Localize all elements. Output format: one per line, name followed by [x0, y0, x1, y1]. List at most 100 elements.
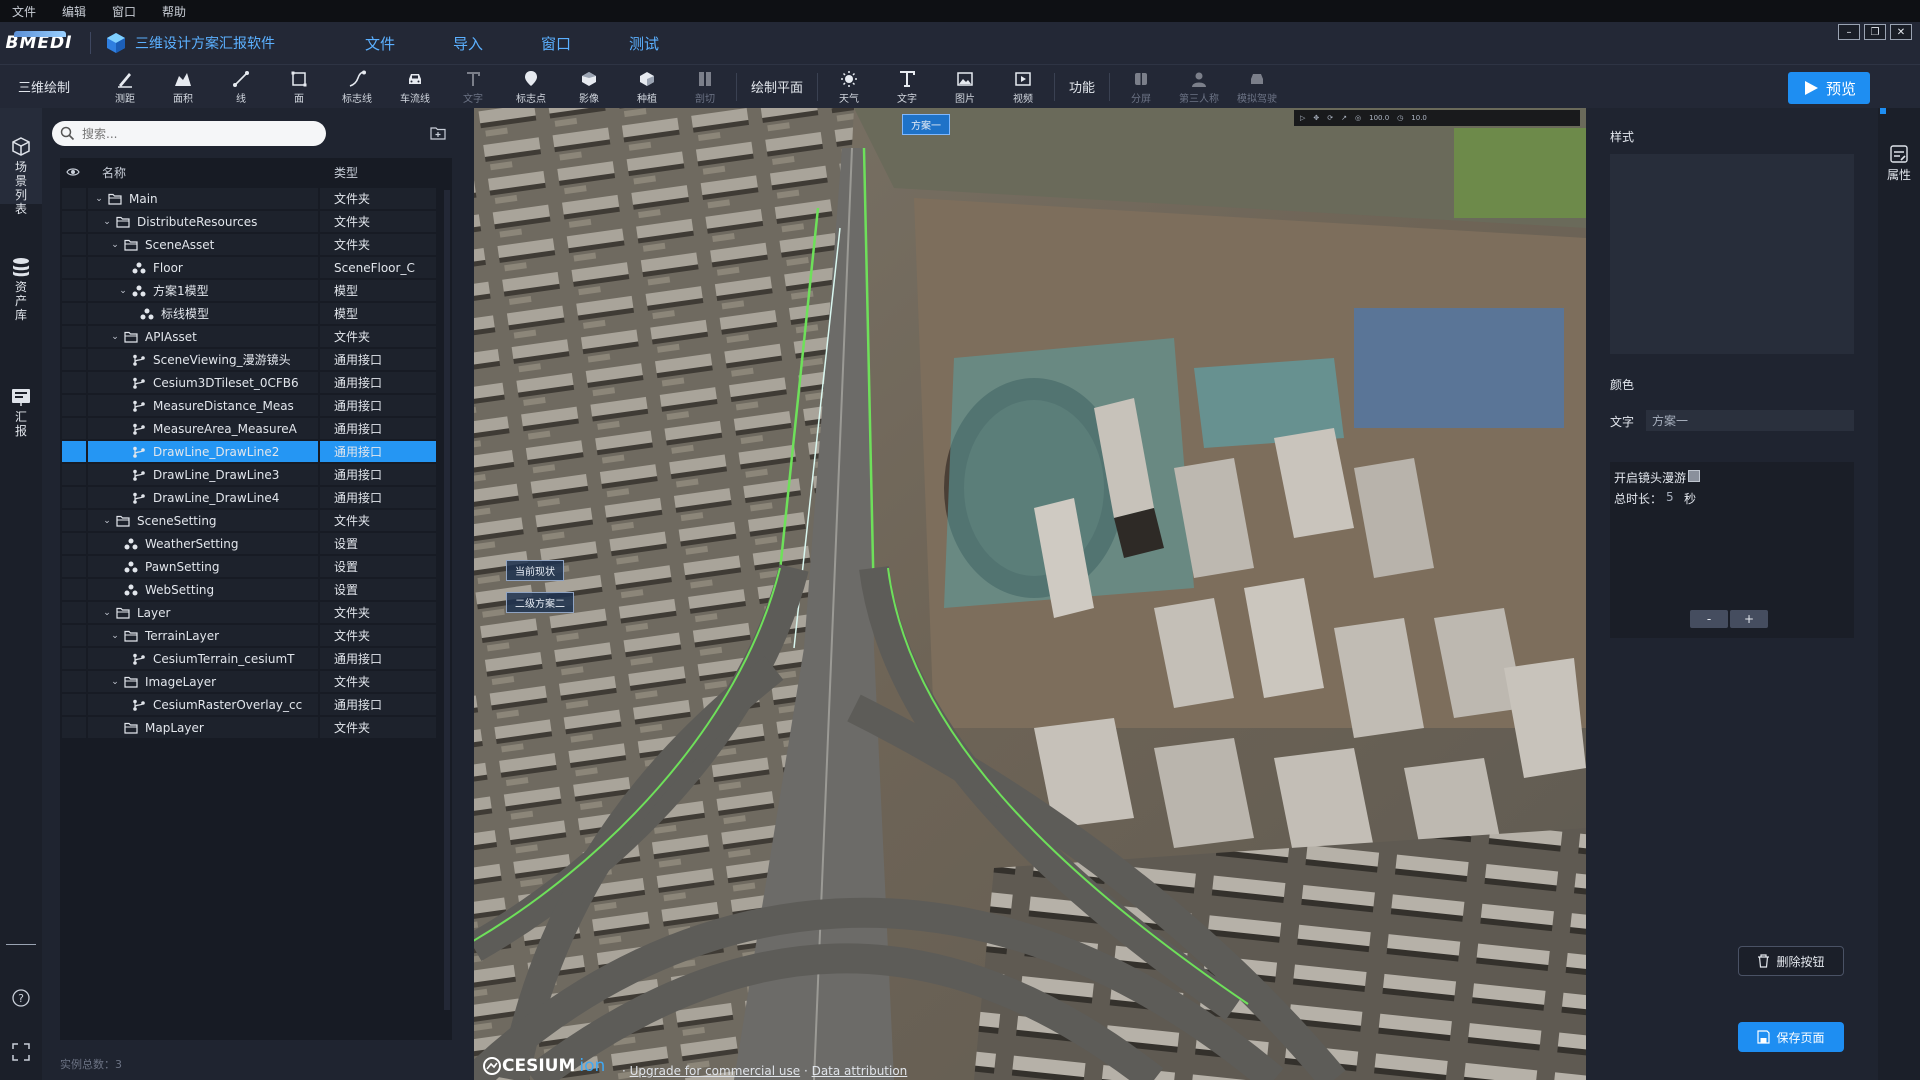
top-menu-test[interactable]: 测试: [629, 33, 659, 54]
rail-scene-list[interactable]: 场景列表: [0, 136, 42, 216]
tool-planting[interactable]: 种植: [618, 65, 676, 109]
plan-label-1[interactable]: 方案一: [902, 114, 950, 135]
tool-text[interactable]: 文字: [878, 65, 936, 109]
tool-picture[interactable]: 图片: [936, 65, 994, 109]
menu-help[interactable]: 帮助: [162, 3, 186, 20]
close-button[interactable]: ✕: [1890, 24, 1912, 40]
upgrade-link[interactable]: Upgrade for commercial use: [630, 1064, 800, 1078]
tree-row[interactable]: DrawLine_DrawLine2 通用接口: [60, 439, 452, 462]
tree-node-name[interactable]: CesiumRasterOverlay_cc: [88, 694, 318, 715]
tree-node-name[interactable]: DrawLine_DrawLine4: [88, 487, 318, 508]
menu-edit[interactable]: 编辑: [62, 3, 86, 20]
tree-node-name[interactable]: ⌄ SceneSetting: [88, 510, 318, 531]
rail-report[interactable]: 汇报: [0, 386, 42, 438]
chevron-down-icon[interactable]: ⌄: [110, 240, 120, 250]
viewport-navigation-bar[interactable]: ▷ ✥ ⟳ ↗ ◎ 100.0 ◷ 10.0: [1294, 110, 1580, 126]
visibility-toggle[interactable]: [62, 211, 86, 232]
tree-node-name[interactable]: ⌄ ImageLayer: [88, 671, 318, 692]
tool-video[interactable]: 视频: [994, 65, 1052, 109]
tree-node-name[interactable]: ⌄ Layer: [88, 602, 318, 623]
visibility-toggle[interactable]: [62, 671, 86, 692]
visibility-toggle[interactable]: [62, 441, 86, 462]
visibility-toggle[interactable]: [62, 579, 86, 600]
visibility-toggle[interactable]: [62, 234, 86, 255]
tree-row[interactable]: ⌄ Layer 文件夹: [60, 600, 452, 623]
tree-node-name[interactable]: MeasureDistance_Meas: [88, 395, 318, 416]
tree-row[interactable]: DrawLine_DrawLine3 通用接口: [60, 462, 452, 485]
visibility-toggle[interactable]: [62, 326, 86, 347]
tool-split-screen[interactable]: 分屏: [1112, 65, 1170, 109]
tool-line[interactable]: 线: [212, 65, 270, 109]
tree-node-name[interactable]: ⌄ DistributeResources: [88, 211, 318, 232]
visibility-toggle[interactable]: [62, 464, 86, 485]
tree-node-name[interactable]: MeasureArea_MeasureA: [88, 418, 318, 439]
tree-node-name[interactable]: DrawLine_DrawLine2: [88, 441, 318, 462]
tree-node-name[interactable]: ⌄ TerrainLayer: [88, 625, 318, 646]
increase-button[interactable]: +: [1730, 610, 1768, 628]
tree-node-name[interactable]: Floor: [88, 257, 318, 278]
tree-row[interactable]: 标线模型 模型: [60, 301, 452, 324]
tree-row[interactable]: ⌄ Main 文件夹: [60, 186, 452, 209]
rotate-icon[interactable]: ⟳: [1327, 114, 1333, 122]
tree-node-name[interactable]: Cesium3DTileset_0CFB6: [88, 372, 318, 393]
minimize-button[interactable]: –: [1838, 24, 1860, 40]
tree-row[interactable]: CesiumRasterOverlay_cc 通用接口: [60, 692, 452, 715]
visibility-eye-icon[interactable]: [66, 166, 80, 178]
tree-row[interactable]: WeatherSetting 设置: [60, 531, 452, 554]
top-menu-window[interactable]: 窗口: [541, 33, 571, 54]
chevron-down-icon[interactable]: ⌄: [94, 194, 104, 204]
visibility-toggle[interactable]: [62, 510, 86, 531]
tree-node-name[interactable]: CesiumTerrain_cesiumT: [88, 648, 318, 669]
visibility-toggle[interactable]: [62, 418, 86, 439]
tree-node-name[interactable]: DrawLine_DrawLine3: [88, 464, 318, 485]
visibility-toggle[interactable]: [62, 487, 86, 508]
visibility-toggle[interactable]: [62, 625, 86, 646]
col-name-header[interactable]: 名称: [102, 164, 126, 181]
tree-row[interactable]: CesiumTerrain_cesiumT 通用接口: [60, 646, 452, 669]
chevron-down-icon[interactable]: ⌄: [102, 608, 112, 618]
search-input[interactable]: [52, 121, 326, 146]
tree-scrollbar[interactable]: [444, 190, 450, 1010]
tool-simulate-drive[interactable]: 模拟驾驶: [1228, 65, 1286, 109]
current-status-label[interactable]: 当前现状: [506, 560, 564, 581]
tree-row[interactable]: ⌄ ImageLayer 文件夹: [60, 669, 452, 692]
tree-row[interactable]: Floor SceneFloor_C: [60, 255, 452, 278]
menu-window[interactable]: 窗口: [112, 3, 136, 20]
tree-row[interactable]: MeasureArea_MeasureA 通用接口: [60, 416, 452, 439]
delete-button[interactable]: 删除按钮: [1738, 946, 1844, 976]
draw-plane-button[interactable]: 绘制平面: [739, 77, 815, 96]
tree-node-name[interactable]: ⌄ Main: [88, 188, 318, 209]
chevron-down-icon[interactable]: ⌄: [110, 631, 120, 641]
tool-traffic-line[interactable]: 车流线: [386, 65, 444, 109]
visibility-toggle[interactable]: [62, 349, 86, 370]
tree-row[interactable]: ⌄ SceneAsset 文件夹: [60, 232, 452, 255]
tree-node-name[interactable]: ⌄ 方案1模型: [88, 280, 318, 301]
help-icon[interactable]: ?: [11, 988, 31, 1008]
visibility-toggle[interactable]: [62, 372, 86, 393]
decrease-button[interactable]: -: [1690, 610, 1728, 628]
plan-label-2[interactable]: 二级方案二: [506, 592, 574, 613]
rail-asset-library[interactable]: 资产库: [0, 256, 42, 322]
camera-roam-checkbox[interactable]: [1688, 470, 1700, 482]
tree-node-name[interactable]: ⌄ APIAsset: [88, 326, 318, 347]
visibility-toggle[interactable]: [62, 556, 86, 577]
visibility-toggle[interactable]: [62, 303, 86, 324]
play-icon[interactable]: ▷: [1300, 114, 1305, 122]
tool-weather[interactable]: 天气: [820, 65, 878, 109]
tree-node-name[interactable]: SceneViewing_漫游镜头: [88, 349, 318, 370]
tree-row[interactable]: PawnSetting 设置: [60, 554, 452, 577]
visibility-toggle[interactable]: [62, 648, 86, 669]
tree-row[interactable]: Cesium3DTileset_0CFB6 通用接口: [60, 370, 452, 393]
tree-node-name[interactable]: WebSetting: [88, 579, 318, 600]
visibility-toggle[interactable]: [62, 395, 86, 416]
tool-section[interactable]: 剖切: [676, 65, 734, 109]
tree-row[interactable]: ⌄ SceneSetting 文件夹: [60, 508, 452, 531]
top-menu-file[interactable]: 文件: [365, 33, 395, 54]
tool-text-3d[interactable]: 文字: [444, 65, 502, 109]
chevron-down-icon[interactable]: ⌄: [102, 516, 112, 526]
tree-row[interactable]: WebSetting 设置: [60, 577, 452, 600]
visibility-toggle[interactable]: [62, 533, 86, 554]
tree-node-name[interactable]: WeatherSetting: [88, 533, 318, 554]
tree-row[interactable]: SceneViewing_漫游镜头 通用接口: [60, 347, 452, 370]
col-type-header[interactable]: 类型: [334, 164, 358, 181]
